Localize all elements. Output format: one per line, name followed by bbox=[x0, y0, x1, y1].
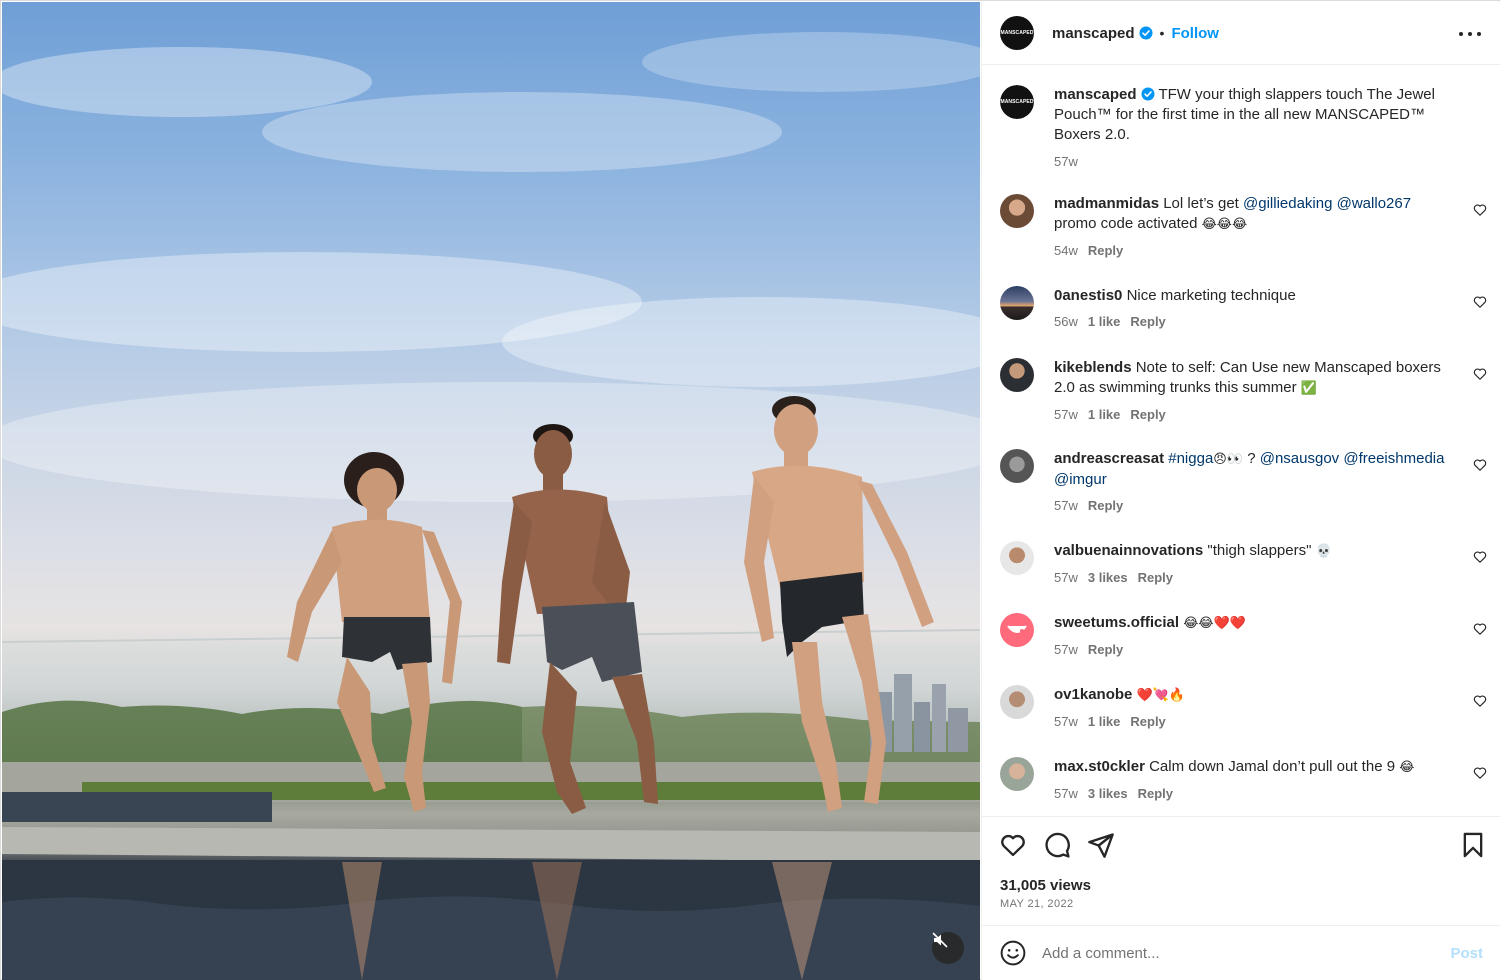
reply-button[interactable]: Reply bbox=[1088, 642, 1123, 657]
like-count[interactable]: 1 like bbox=[1088, 407, 1121, 422]
comment-time: 57w bbox=[1054, 570, 1078, 585]
comment-time: 54w bbox=[1054, 243, 1078, 258]
reply-button[interactable]: Reply bbox=[1138, 570, 1173, 585]
verified-badge-icon bbox=[1139, 26, 1153, 40]
video-frame-illustration bbox=[2, 32, 980, 980]
ellipsis-icon bbox=[1477, 32, 1481, 36]
avatar[interactable] bbox=[1000, 358, 1034, 392]
comment-username[interactable]: ov1kanobe bbox=[1054, 686, 1132, 703]
mention-link[interactable]: @imgur bbox=[1054, 471, 1107, 488]
comment-text: "thigh slappers" bbox=[1207, 542, 1312, 559]
heart-icon[interactable] bbox=[1473, 458, 1487, 472]
more-options-button[interactable] bbox=[1459, 24, 1481, 44]
comment-username[interactable]: max.st0ckler bbox=[1054, 758, 1145, 775]
author-avatar[interactable]: MANSCAPED bbox=[1000, 16, 1034, 50]
comment-emoji: 💀 bbox=[1315, 544, 1332, 559]
avatar[interactable] bbox=[1000, 541, 1034, 575]
smile-logo-icon bbox=[1007, 625, 1027, 633]
post-window: MANSCAPED manscaped • Follow MANSCAPED m… bbox=[0, 0, 1500, 980]
comment-bubble-icon[interactable] bbox=[1043, 831, 1071, 859]
like-count[interactable]: 1 like bbox=[1088, 714, 1121, 729]
ellipsis-icon bbox=[1459, 32, 1463, 36]
mention-link[interactable]: @wallo267 bbox=[1337, 195, 1411, 212]
like-count[interactable]: 3 likes bbox=[1088, 786, 1128, 801]
mute-toggle-button[interactable] bbox=[932, 932, 964, 964]
heart-icon[interactable] bbox=[1473, 203, 1487, 217]
mention-link[interactable]: @freeishmedia bbox=[1343, 450, 1444, 467]
comment-emoji: 😂 bbox=[1399, 760, 1415, 775]
author-avatar[interactable]: MANSCAPED bbox=[1000, 85, 1034, 119]
comment-username[interactable]: madmanmidas bbox=[1054, 195, 1159, 212]
post-comment-button[interactable]: Post bbox=[1450, 945, 1483, 962]
reply-button[interactable]: Reply bbox=[1138, 786, 1173, 801]
post-actions: 31,005 views MAY 21, 2022 bbox=[982, 816, 1500, 938]
ellipsis-icon bbox=[1468, 32, 1472, 36]
bookmark-icon[interactable] bbox=[1459, 831, 1487, 859]
comment-time: 57w bbox=[1054, 642, 1078, 657]
comment-text: promo code activated bbox=[1054, 215, 1198, 232]
post-header: MANSCAPED manscaped • Follow bbox=[982, 2, 1500, 65]
reply-button[interactable]: Reply bbox=[1130, 314, 1165, 329]
mention-link[interactable]: @nsausgov bbox=[1260, 450, 1339, 467]
reply-button[interactable]: Reply bbox=[1130, 407, 1165, 422]
comment-emoji: ✅ bbox=[1300, 381, 1317, 396]
caption-username[interactable]: manscaped bbox=[1054, 86, 1137, 103]
reply-button[interactable]: Reply bbox=[1088, 498, 1123, 513]
paper-plane-icon[interactable] bbox=[1087, 831, 1115, 859]
like-count[interactable]: 1 like bbox=[1088, 314, 1121, 329]
post-video[interactable] bbox=[2, 2, 980, 980]
muted-speaker-icon bbox=[932, 932, 948, 948]
comment-username[interactable]: andreascreasat bbox=[1054, 450, 1164, 467]
comment-time: 57w bbox=[1054, 407, 1078, 422]
comment-emoji: 😂😂😂 bbox=[1201, 217, 1248, 232]
heart-icon[interactable] bbox=[1473, 694, 1487, 708]
comment-emoji: ❤️💘🔥 bbox=[1136, 688, 1186, 703]
heart-icon[interactable] bbox=[1473, 622, 1487, 636]
heart-icon[interactable] bbox=[1473, 295, 1487, 309]
comment-list[interactable]: MANSCAPED manscaped TFW your thigh slapp… bbox=[982, 66, 1500, 816]
comment-username[interactable]: sweetums.official bbox=[1054, 614, 1179, 631]
avatar[interactable] bbox=[1000, 449, 1034, 483]
follow-button[interactable]: Follow bbox=[1171, 25, 1219, 42]
heart-icon[interactable] bbox=[1473, 766, 1487, 780]
heart-icon[interactable] bbox=[1473, 367, 1487, 381]
comment-time: 57w bbox=[1054, 714, 1078, 729]
heart-icon[interactable] bbox=[1473, 550, 1487, 564]
comment-time: 57w bbox=[1054, 786, 1078, 801]
comment-text: ? bbox=[1243, 450, 1260, 467]
comment-emoji: 😠👀 bbox=[1213, 452, 1244, 467]
view-count[interactable]: 31,005 views bbox=[1000, 877, 1091, 894]
header-separator: • bbox=[1159, 25, 1165, 41]
post-side-panel: MANSCAPED manscaped • Follow MANSCAPED m… bbox=[981, 2, 1500, 980]
avatar[interactable] bbox=[1000, 194, 1034, 228]
comment-emoji: 😂😂❤️❤️ bbox=[1183, 616, 1246, 631]
mention-link[interactable]: @gilliedaking bbox=[1243, 195, 1332, 212]
add-comment-bar: Post bbox=[982, 925, 1500, 980]
reply-button[interactable]: Reply bbox=[1088, 243, 1123, 258]
avatar[interactable] bbox=[1000, 613, 1034, 647]
avatar[interactable] bbox=[1000, 685, 1034, 719]
comment-time: 56w bbox=[1054, 314, 1078, 329]
comment-username[interactable]: 0anestis0 bbox=[1054, 287, 1122, 304]
smile-icon[interactable] bbox=[1000, 940, 1026, 966]
comment-text: Calm down Jamal don’t pull out the 9 bbox=[1149, 758, 1396, 775]
heart-icon[interactable] bbox=[999, 831, 1027, 859]
post-date: MAY 21, 2022 bbox=[1000, 898, 1074, 910]
comment-input[interactable] bbox=[1042, 940, 1422, 966]
comment-text: Nice marketing technique bbox=[1126, 287, 1296, 304]
verified-badge-icon bbox=[1141, 87, 1155, 101]
avatar[interactable] bbox=[1000, 757, 1034, 791]
comment-time: 57w bbox=[1054, 498, 1078, 513]
hashtag-link[interactable]: #nigga bbox=[1168, 450, 1213, 467]
comment-username[interactable]: valbuenainnovations bbox=[1054, 542, 1203, 559]
avatar[interactable] bbox=[1000, 286, 1034, 320]
author-avatar-text: MANSCAPED bbox=[1000, 85, 1034, 119]
caption-time: 57w bbox=[1054, 154, 1078, 169]
comment-username[interactable]: kikeblends bbox=[1054, 359, 1132, 376]
author-username[interactable]: manscaped bbox=[1052, 25, 1135, 42]
like-count[interactable]: 3 likes bbox=[1088, 570, 1128, 585]
comment-text: Lol let’s get bbox=[1163, 195, 1243, 212]
reply-button[interactable]: Reply bbox=[1130, 714, 1165, 729]
